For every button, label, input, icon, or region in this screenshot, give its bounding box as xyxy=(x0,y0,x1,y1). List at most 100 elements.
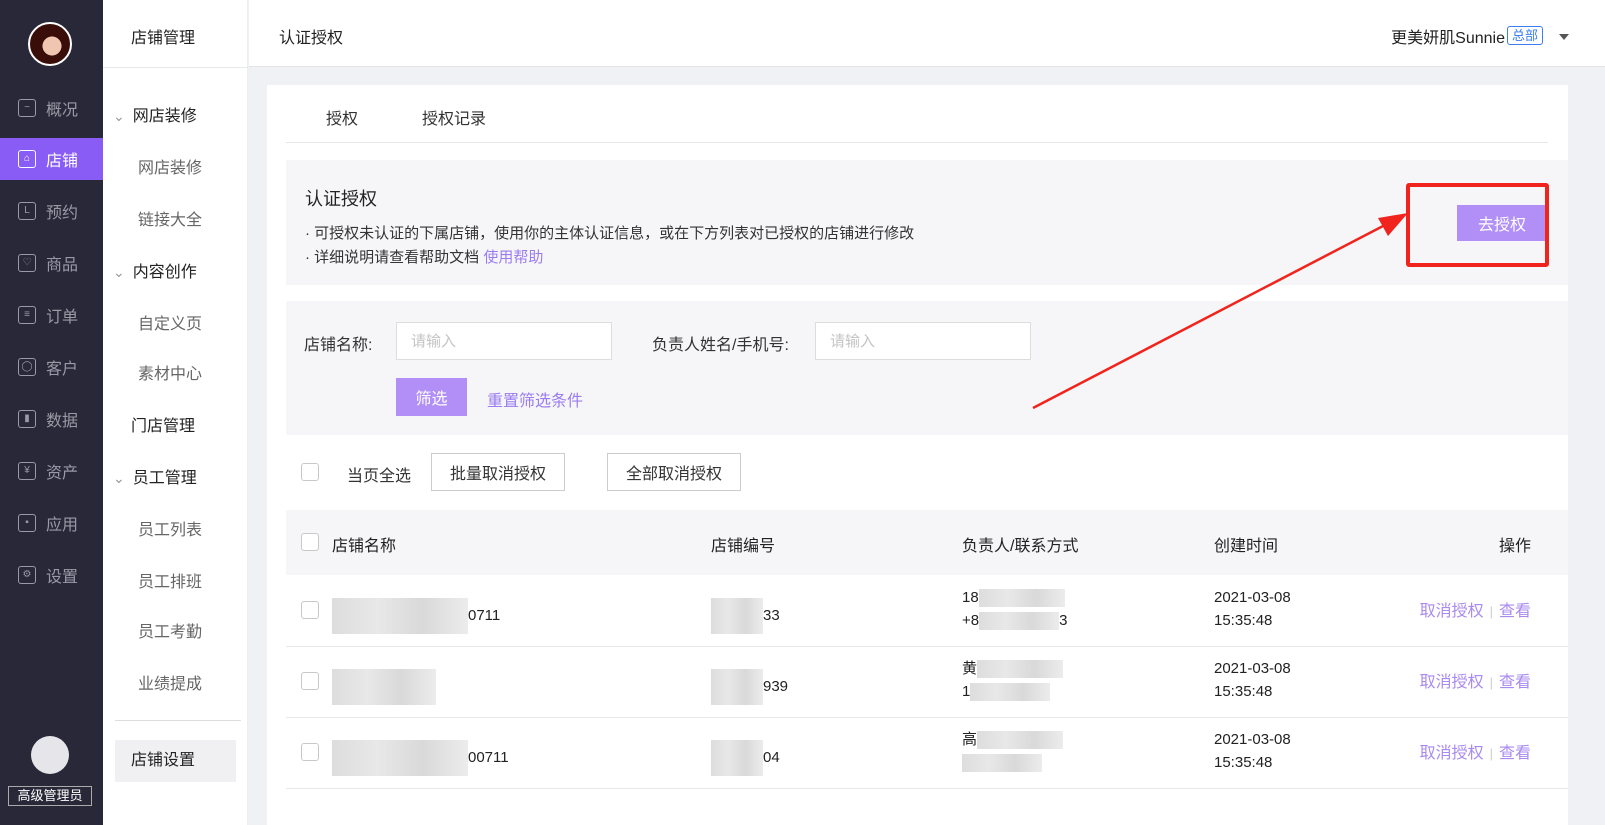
select-all-checkbox[interactable] xyxy=(301,533,319,551)
reset-filter-link[interactable]: 重置筛选条件 xyxy=(487,387,583,411)
cancel-all-button[interactable]: 全部取消授权 xyxy=(607,453,742,491)
tab-authorize[interactable]: 授权 xyxy=(326,105,358,129)
created-time: 15:35:48 xyxy=(1214,754,1273,771)
nav-label: 概况 xyxy=(46,102,79,119)
redacted-block xyxy=(978,589,1065,608)
col-shop-code: 店铺编号 xyxy=(711,538,776,555)
nav-label: 商品 xyxy=(46,257,79,274)
row-checkbox[interactable] xyxy=(301,743,319,761)
main-nav: ~ 概况 ⌂ 店铺 L 预约 ♡ 商品 ≡ 订单 ◯ 客户 ▮ 数据 ¥ 资产 ▪ 应用 ⚙ 设置 高级管理员 xyxy=(0,0,103,825)
nav-label: 预约 xyxy=(46,205,79,222)
nav-item-0[interactable]: ~ 概况 xyxy=(0,87,103,129)
sub-item-staff-list[interactable]: 员工列表 xyxy=(138,516,202,540)
nav-label: 设置 xyxy=(46,569,79,586)
nav-item-8[interactable]: ▪ 应用 xyxy=(0,502,103,544)
sub-item-shop-decoration[interactable]: 网店装修 xyxy=(138,154,202,178)
col-actions: 操作 xyxy=(1498,538,1531,555)
nav-item-6[interactable]: ▮ 数据 xyxy=(0,398,103,440)
contact-1: 高 xyxy=(962,731,978,748)
nav-item-3[interactable]: ♡ 商品 xyxy=(0,242,103,284)
nav-label: 客户 xyxy=(46,361,79,378)
sub-item-commission[interactable]: 业绩提成 xyxy=(138,670,202,694)
info-line-1: · 可授权未认证的下属店铺，使用你的主体认证信息，或在下方列表对已授权的店铺进行… xyxy=(305,225,915,242)
shop-name-label: 店铺名称: xyxy=(304,337,373,354)
redacted-block xyxy=(332,740,468,776)
redacted-block xyxy=(979,612,1060,631)
nav-item-4[interactable]: ≡ 订单 xyxy=(0,294,103,336)
redacted-block xyxy=(962,754,1042,773)
redacted-block xyxy=(711,598,763,634)
sub-item-links[interactable]: 链接大全 xyxy=(138,206,202,230)
shop-name: 00711 xyxy=(468,748,509,766)
select-page-checkbox[interactable] xyxy=(301,463,319,481)
view-link[interactable]: 查看 xyxy=(1499,745,1531,762)
table-row: 939 黄1 2021-03-08 15:35:48 取消授权 | 查看 xyxy=(286,646,1568,718)
calendar-icon: L xyxy=(18,202,36,220)
sub-nav: 店铺管理 网店装修 网店装修 链接大全 内容创作 自定义页 素材中心 门店管理 … xyxy=(103,0,248,825)
info-title: 认证授权 xyxy=(305,189,377,209)
group-content[interactable]: 内容创作 xyxy=(113,258,197,282)
filter-button[interactable]: 筛选 xyxy=(396,378,467,416)
redacted-block xyxy=(970,683,1051,702)
yen-icon: ¥ xyxy=(18,462,36,480)
redacted-block xyxy=(977,660,1064,679)
cancel-auth-link[interactable]: 取消授权 xyxy=(1420,674,1484,691)
view-link[interactable]: 查看 xyxy=(1499,674,1531,691)
row-checkbox[interactable] xyxy=(301,601,319,619)
table-row: 00711 04 高 2021-03-08 15:35:48 取消授权 | 查看 xyxy=(286,717,1568,789)
created-date: 2021-03-08 xyxy=(1214,589,1291,606)
sub-item-stores[interactable]: 门店管理 xyxy=(131,412,195,436)
view-link[interactable]: 查看 xyxy=(1499,603,1531,620)
nav-item-1[interactable]: ⌂ 店铺 xyxy=(0,138,103,180)
cancel-auth-link[interactable]: 取消授权 xyxy=(1420,745,1484,762)
sub-item-materials[interactable]: 素材中心 xyxy=(138,360,202,384)
annotation-highlight-box xyxy=(1406,183,1549,267)
contact-3: 3 xyxy=(1059,612,1068,629)
nav-item-5[interactable]: ◯ 客户 xyxy=(0,346,103,388)
nav-item-9[interactable]: ⚙ 设置 xyxy=(0,554,103,596)
table-row: 0711 33 18 +8 3 2021-03-08 15:35:48 取消授权 | 查看 xyxy=(286,575,1568,647)
col-contact: 负责人/联系方式 xyxy=(962,538,1079,555)
nav-item-7[interactable]: ¥ 资产 xyxy=(0,450,103,492)
nav-label: 数据 xyxy=(46,413,79,430)
caret-down-icon[interactable] xyxy=(1559,34,1569,45)
col-shop-name: 店铺名称 xyxy=(332,538,397,555)
contact-1: 18 xyxy=(962,589,979,606)
top-header: 认证授权 更美妍肌Sunnie 总部 xyxy=(249,0,1605,67)
nav-item-2[interactable]: L 预约 xyxy=(0,190,103,232)
help-link[interactable]: 使用帮助 xyxy=(483,249,543,266)
owner-input[interactable] xyxy=(815,322,1031,360)
shop-code: 04 xyxy=(763,748,780,766)
owner-label: 负责人姓名/手机号: xyxy=(652,337,789,354)
batch-cancel-button[interactable]: 批量取消授权 xyxy=(431,453,566,491)
nav-label: 应用 xyxy=(46,517,79,534)
contact-2: 1 xyxy=(962,683,971,700)
created-time: 15:35:48 xyxy=(1214,612,1273,629)
gear-icon: ⚙ xyxy=(18,566,36,584)
shop-name-input[interactable] xyxy=(396,322,612,360)
redacted-block xyxy=(332,669,436,705)
row-checkbox[interactable] xyxy=(301,672,319,690)
monitor-icon: ~ xyxy=(18,99,36,117)
contact-2: +8 xyxy=(962,612,980,629)
sub-item-shifts[interactable]: 员工排班 xyxy=(138,568,202,592)
created-time: 15:35:48 xyxy=(1214,683,1273,700)
group-staff[interactable]: 员工管理 xyxy=(113,464,197,488)
group-shop-decoration[interactable]: 网店装修 xyxy=(113,102,197,126)
avatar[interactable] xyxy=(31,736,69,774)
sub-item-custom-page[interactable]: 自定义页 xyxy=(138,310,202,334)
user-icon: ◯ xyxy=(18,358,36,376)
sub-item-attendance[interactable]: 员工考勤 xyxy=(138,618,202,642)
shop-code: 939 xyxy=(763,677,789,695)
contact-1: 黄 xyxy=(962,660,978,677)
apps-icon: ▪ xyxy=(18,514,36,532)
user-name[interactable]: 更美妍肌Sunnie xyxy=(1391,24,1505,48)
sub-item-shop-settings[interactable]: 店铺设置 xyxy=(115,740,236,782)
cancel-auth-link[interactable]: 取消授权 xyxy=(1420,603,1484,620)
redacted-block xyxy=(332,598,468,634)
created-date: 2021-03-08 xyxy=(1214,731,1291,748)
table-header: 店铺名称 店铺编号 负责人/联系方式 创建时间 操作 xyxy=(286,510,1568,575)
tab-records[interactable]: 授权记录 xyxy=(422,105,486,129)
sub-nav-title: 店铺管理 xyxy=(131,30,196,47)
list-icon: ≡ xyxy=(18,306,36,324)
